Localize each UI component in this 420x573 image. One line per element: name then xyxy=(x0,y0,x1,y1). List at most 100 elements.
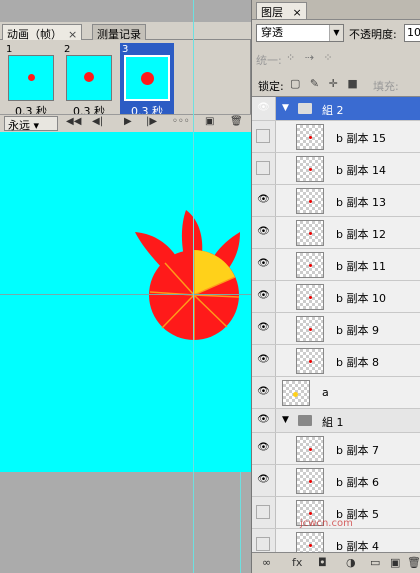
unify-icons[interactable]: ⁘ ⇢ ⁘ xyxy=(286,51,336,64)
layer-thumbnail xyxy=(296,436,324,462)
play-icon[interactable]: ▶ xyxy=(124,116,132,131)
prev-frame-icon[interactable]: ◀| xyxy=(92,116,103,131)
layer-name: b 副本 6 xyxy=(336,476,379,489)
frame-thumbnail xyxy=(8,55,54,101)
delete-frame-icon[interactable]: 🗑 xyxy=(230,116,243,131)
layer-row[interactable]: 👁 b 副本 8 xyxy=(252,345,420,377)
layer-thumbnail-content xyxy=(309,512,312,515)
visibility-empty-box xyxy=(256,161,270,175)
layer-list: 👁 ▼ 組 2 b 副本 15 b 副本 14 👁 b 副本 13 👁 b 副本 12 👁 b 副本… xyxy=(252,96,420,552)
layer-thumbnail-content xyxy=(309,136,312,139)
frame-thumbnail xyxy=(66,55,112,101)
tween-icon[interactable]: ◦◦◦ xyxy=(172,116,190,131)
loop-option-value: 永远 xyxy=(8,119,30,132)
layer-row[interactable]: 👁 b 副本 11 xyxy=(252,249,420,281)
visibility-toggle[interactable] xyxy=(252,121,276,152)
layer-mask-icon[interactable]: ◘ xyxy=(318,556,327,569)
layer-row[interactable]: b 副本 4 xyxy=(252,529,420,552)
visibility-empty-box xyxy=(256,537,270,551)
tab-measurement-log[interactable]: 测量记录 xyxy=(92,24,146,41)
layer-row[interactable]: 👁 b 副本 6 xyxy=(252,465,420,497)
layer-thumbnail xyxy=(296,156,324,182)
tab-animation-frames[interactable]: 动画（帧） × xyxy=(2,24,83,41)
layer-group-row[interactable]: 👁 ▼ 組 2 xyxy=(252,97,420,121)
frame-thumbnail xyxy=(124,55,170,101)
layer-style-icon[interactable]: fx xyxy=(292,556,302,569)
visibility-toggle[interactable] xyxy=(252,529,276,552)
eye-icon[interactable]: 👁 xyxy=(252,97,276,120)
eye-icon[interactable]: 👁 xyxy=(252,281,276,312)
chevron-down-icon: ▼ xyxy=(329,25,343,41)
layer-thumbnail-content xyxy=(309,328,312,331)
expand-triangle-icon[interactable]: ▼ xyxy=(282,103,289,113)
frame-1[interactable]: 1 0.3 秒 xyxy=(4,43,58,118)
new-group-icon[interactable]: ▭ xyxy=(370,556,380,569)
layer-thumbnail xyxy=(296,348,324,374)
document-canvas[interactable] xyxy=(0,132,251,472)
eye-icon[interactable]: 👁 xyxy=(252,249,276,280)
layer-thumbnail xyxy=(296,316,324,342)
flower-thumbnail xyxy=(28,74,35,81)
animation-tabs: 动画（帧） × 测量记录 xyxy=(0,22,251,41)
eye-icon[interactable]: 👁 xyxy=(252,313,276,344)
opacity-input[interactable]: 10 xyxy=(404,24,420,42)
layer-row[interactable]: 👁 b 副本 9 xyxy=(252,313,420,345)
frame-number: 3 xyxy=(122,44,129,55)
flower-artwork xyxy=(135,210,240,340)
layer-row[interactable]: 👁 b 副本 10 xyxy=(252,281,420,313)
opacity-label: 不透明度: xyxy=(349,28,397,41)
next-frame-icon[interactable]: |▶ xyxy=(146,116,157,131)
layer-row[interactable]: 👁 b 副本 13 xyxy=(252,185,420,217)
layer-row[interactable]: b 副本 14 xyxy=(252,153,420,185)
layer-name: b 副本 12 xyxy=(336,228,386,241)
layer-name: b 副本 15 xyxy=(336,132,386,145)
layer-row[interactable]: 👁 a xyxy=(252,377,420,409)
eye-icon[interactable]: 👁 xyxy=(252,377,276,408)
layer-thumbnail-content xyxy=(309,480,312,483)
layer-thumbnail-content xyxy=(309,544,312,547)
tab-layers[interactable]: 图层 × xyxy=(256,2,307,19)
eye-icon[interactable]: 👁 xyxy=(252,409,276,432)
visibility-empty-box xyxy=(256,505,270,519)
tab-animation-label: 动画（帧） xyxy=(7,28,62,41)
close-icon[interactable]: × xyxy=(293,6,302,19)
eye-icon[interactable]: 👁 xyxy=(252,433,276,464)
lock-icons[interactable]: ▢ ✎ ✛ ■ xyxy=(290,77,361,90)
layer-row[interactable]: b 副本 15 xyxy=(252,121,420,153)
close-icon[interactable]: × xyxy=(68,28,77,41)
duplicate-frame-icon[interactable]: ▣ xyxy=(205,116,214,131)
frame-3[interactable]: 3 0.3 秒 xyxy=(120,43,174,118)
blend-mode-select[interactable]: 穿透 ▼ xyxy=(256,24,344,42)
layer-thumbnail-content xyxy=(309,168,312,171)
visibility-empty-box xyxy=(256,129,270,143)
eye-icon[interactable]: 👁 xyxy=(252,217,276,248)
adjustment-layer-icon[interactable]: ◑ xyxy=(346,556,356,569)
layer-name: b 副本 9 xyxy=(336,324,379,337)
expand-triangle-icon[interactable]: ▼ xyxy=(282,415,289,425)
first-frame-icon[interactable]: ◀◀ xyxy=(66,116,81,131)
layer-name: b 副本 8 xyxy=(336,356,379,369)
unify-label: 统一: xyxy=(256,54,282,67)
visibility-toggle[interactable] xyxy=(252,153,276,184)
layer-thumbnail xyxy=(296,124,324,150)
loop-options-select[interactable]: 永远 ▾ xyxy=(4,116,58,132)
eye-icon[interactable]: 👁 xyxy=(252,465,276,496)
vertical-guide-right xyxy=(240,472,241,573)
layer-row[interactable]: 👁 b 副本 12 xyxy=(252,217,420,249)
layer-group-row[interactable]: 👁 ▼ 組 1 xyxy=(252,409,420,433)
layer-row[interactable]: 👁 b 副本 7 xyxy=(252,433,420,465)
visibility-toggle[interactable] xyxy=(252,497,276,528)
frame-2[interactable]: 2 0.3 秒 xyxy=(62,43,116,118)
delete-layer-icon[interactable]: 🗑 xyxy=(407,556,420,569)
frame-number: 2 xyxy=(64,44,71,55)
eye-icon[interactable]: 👁 xyxy=(252,345,276,376)
layer-thumbnail xyxy=(296,188,324,214)
layer-thumbnail-content xyxy=(309,200,312,203)
layer-thumbnail-content xyxy=(293,392,298,397)
folder-icon xyxy=(298,415,312,426)
new-layer-icon[interactable]: ▣ xyxy=(390,556,400,569)
link-layers-icon[interactable]: ∞ xyxy=(262,556,271,569)
eye-icon[interactable]: 👁 xyxy=(252,185,276,216)
layer-thumbnail-content xyxy=(309,232,312,235)
fill-label: 填充: xyxy=(373,80,399,93)
